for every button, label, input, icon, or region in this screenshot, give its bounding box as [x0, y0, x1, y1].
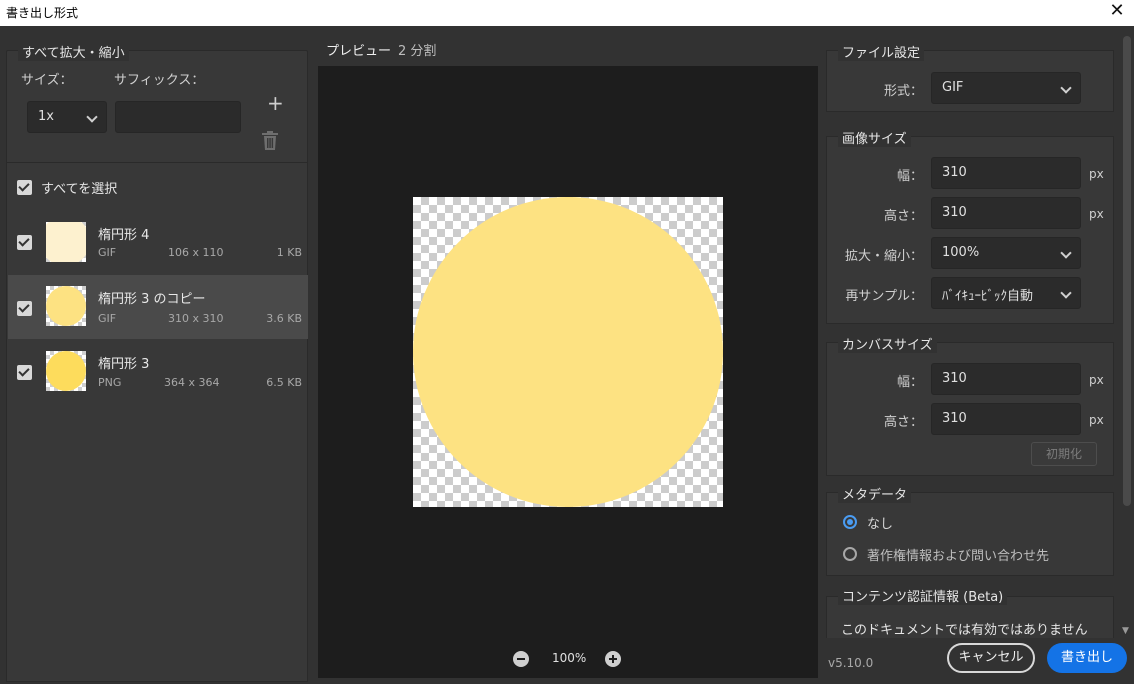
canvas-width-label: 幅： — [896, 375, 923, 390]
size-select-value: 1x — [38, 109, 54, 124]
window-title: 書き出し形式 — [6, 6, 79, 20]
image-width-input[interactable]: 310 — [931, 157, 1081, 189]
format-label: 形式： — [883, 84, 923, 99]
asset-name: 楕円形 3 — [98, 357, 150, 372]
zoom-level: 100% — [552, 651, 587, 665]
asset-thumbnail — [46, 222, 86, 262]
asset-name: 楕円形 4 — [98, 228, 150, 243]
asset-format: GIF — [98, 312, 117, 325]
canvas-width-input[interactable]: 310 — [931, 363, 1081, 395]
content-credentials-message: このドキュメントでは有効ではありません — [841, 623, 1088, 638]
trash-icon[interactable] — [261, 131, 279, 151]
asset-checkbox[interactable] — [17, 301, 32, 316]
metadata-panel: なし 著作権情報および問い合わせ先 — [826, 492, 1114, 576]
reset-button[interactable]: 初期化 — [1031, 442, 1097, 466]
scroll-down-icon[interactable]: ▼ — [1122, 626, 1132, 636]
preview-ellipse — [413, 197, 723, 507]
image-width-label: 幅： — [896, 169, 923, 184]
asset-thumbnail — [46, 351, 86, 391]
image-size-panel: 幅： 310 px 高さ： 310 px 拡大・縮小： 100% 再サンプル： … — [826, 136, 1114, 324]
format-select-value: GIF — [942, 80, 964, 95]
asset-format: PNG — [98, 376, 122, 389]
image-height-input[interactable]: 310 — [931, 197, 1081, 229]
zoom-out-icon[interactable] — [513, 651, 529, 667]
canvas-size-title: カンバスサイズ — [838, 334, 937, 353]
asset-item[interactable]: 楕円形 4 GIF 106 x 110 1 KB — [8, 211, 308, 275]
add-scale-icon[interactable]: + — [267, 91, 284, 115]
asset-dimensions: 364 x 364 — [164, 376, 220, 389]
left-panel: サイズ： サフィックス： + 1x すべて拡大・縮小 すべてを選択 楕円形 4 … — [0, 26, 316, 684]
thumb-ellipse-0 — [46, 222, 86, 262]
metadata-none-label: なし — [867, 517, 894, 532]
thumb-ellipse-2 — [46, 351, 86, 391]
asset-name: 楕円形 3 のコピー — [98, 292, 206, 307]
chevron-down-icon — [1060, 247, 1072, 259]
settings-panel: ▼ 形式： GIF ファイル設定 幅： 310 px 高さ： 310 px 拡大… — [820, 26, 1134, 684]
scale-label: 拡大・縮小： — [844, 249, 923, 264]
canvas-height-label: 高さ： — [883, 415, 923, 430]
chevron-down-icon — [86, 111, 98, 123]
metadata-copyright-label: 著作権情報および問い合わせ先 — [867, 549, 1050, 564]
resample-select-value: ﾊﾞｲｷｭｰﾋﾞｯｸ自動 — [942, 289, 1034, 304]
size-select[interactable]: 1x — [27, 101, 107, 133]
preview-canvas — [413, 197, 723, 507]
image-size-title: 画像サイズ — [838, 128, 911, 147]
canvas-height-input[interactable]: 310 — [931, 403, 1081, 435]
asset-dimensions: 310 x 310 — [168, 312, 224, 325]
scrollbar[interactable] — [1123, 36, 1131, 506]
version-label: v5.10.0 — [828, 656, 874, 670]
scale-all-title: すべて拡大・縮小 — [18, 42, 129, 61]
thumb-ellipse-1 — [46, 286, 86, 326]
chevron-down-icon — [1060, 287, 1072, 299]
close-icon[interactable]: ✕ — [1104, 0, 1130, 24]
asset-format: GIF — [98, 246, 117, 259]
asset-item[interactable]: 楕円形 3 PNG 364 x 364 6.5 KB — [8, 339, 308, 403]
asset-filesize: 6.5 KB — [266, 376, 302, 389]
metadata-none-radio[interactable] — [843, 515, 857, 529]
image-height-unit: px — [1089, 207, 1104, 221]
cancel-button[interactable]: キャンセル — [947, 643, 1035, 673]
format-select[interactable]: GIF — [931, 72, 1081, 104]
scale-select[interactable]: 100% — [931, 237, 1081, 269]
asset-list: すべてを選択 楕円形 4 GIF 106 x 110 1 KB 楕円形 3 のコ… — [6, 162, 308, 682]
select-all-label: すべてを選択 — [41, 182, 118, 197]
asset-filesize: 3.6 KB — [266, 312, 302, 325]
asset-checkbox[interactable] — [17, 365, 32, 380]
preview-tabs: プレビュー 2 分割 — [316, 26, 820, 68]
image-width-unit: px — [1089, 167, 1104, 181]
resample-label: 再サンプル： — [845, 289, 923, 304]
metadata-copyright-radio[interactable] — [843, 547, 857, 561]
tab-preview[interactable]: プレビュー — [326, 40, 392, 68]
chevron-down-icon — [1060, 82, 1072, 94]
content-credentials-title: コンテンツ認証情報 (Beta) — [838, 586, 1008, 605]
image-height-label: 高さ： — [883, 209, 923, 224]
metadata-title: メタデータ — [838, 484, 912, 503]
asset-item-selected[interactable]: 楕円形 3 のコピー GIF 310 x 310 3.6 KB — [8, 275, 308, 339]
asset-checkbox[interactable] — [17, 235, 32, 250]
resample-select[interactable]: ﾊﾞｲｷｭｰﾋﾞｯｸ自動 — [931, 277, 1081, 309]
canvas-height-unit: px — [1089, 413, 1104, 427]
tab-split[interactable]: 2 分割 — [398, 40, 436, 59]
suffix-input[interactable] — [115, 101, 241, 133]
suffix-label: サフィックス： — [114, 73, 205, 88]
size-label: サイズ： — [21, 73, 73, 88]
select-all-checkbox[interactable] — [17, 180, 32, 195]
scale-select-value: 100% — [942, 245, 980, 260]
canvas-width-unit: px — [1089, 373, 1104, 387]
export-button[interactable]: 書き出し — [1047, 643, 1127, 673]
zoom-in-icon[interactable] — [605, 651, 621, 667]
zoom-controls: 100% — [318, 648, 818, 670]
asset-filesize: 1 KB — [276, 246, 302, 259]
scale-all-panel: サイズ： サフィックス： + 1x — [6, 50, 308, 170]
preview-area: 100% — [318, 66, 818, 678]
file-settings-title: ファイル設定 — [838, 42, 925, 61]
asset-thumbnail — [46, 286, 86, 326]
title-bar: 書き出し形式 ✕ — [0, 0, 1134, 26]
asset-dimensions: 106 x 110 — [168, 246, 224, 259]
